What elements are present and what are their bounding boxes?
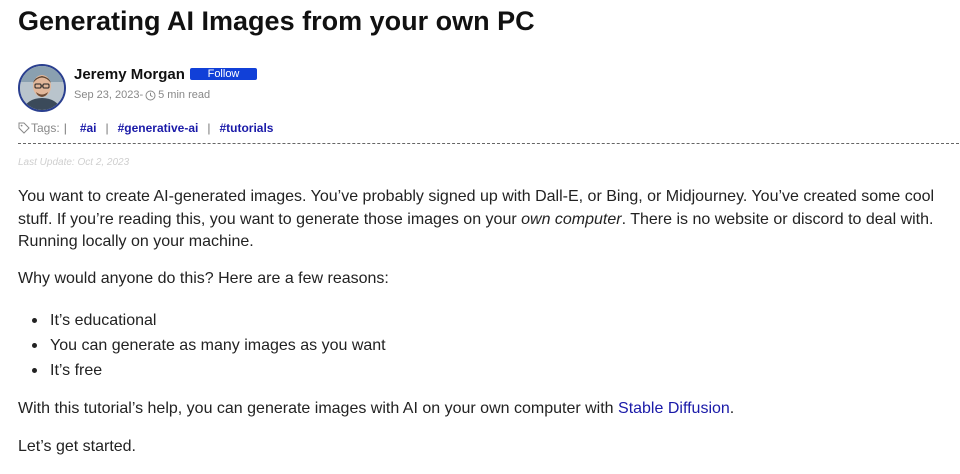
intro-emphasis: own computer (521, 210, 622, 228)
list-item: You can generate as many images as you w… (32, 333, 386, 358)
tutorial-paragraph: With this tutorial’s help, you can gener… (18, 398, 734, 421)
author-avatar[interactable] (18, 64, 66, 112)
post-date-separator: - (139, 89, 144, 101)
reasons-intro: Why would anyone do this? Here are a few… (18, 270, 389, 287)
stable-diffusion-link[interactable]: Stable Diffusion (618, 400, 730, 417)
tag-separator: | (207, 121, 211, 135)
tag-link-generative-ai[interactable]: #generative-ai (118, 121, 199, 135)
tags-label: Tags: (31, 121, 60, 135)
post-meta: Sep 23, 2023 - 5 min read (74, 89, 210, 101)
tag-link-ai[interactable]: #ai (80, 121, 97, 135)
article-title: Generating AI Images from your own PC (18, 6, 535, 36)
list-item: It’s free (32, 358, 386, 383)
reasons-list: It’s educational You can generate as man… (18, 308, 386, 383)
tags-row: Tags: | #ai | #generative-ai | #tutorial… (18, 121, 273, 135)
clock-icon (145, 90, 156, 101)
tag-link-tutorials[interactable]: #tutorials (219, 121, 273, 135)
follow-button[interactable]: Follow (190, 68, 257, 80)
last-update: Last Update: Oct 2, 2023 (18, 157, 130, 168)
author-name[interactable]: Jeremy Morgan (74, 66, 185, 83)
author-block: Jeremy Morgan Follow Sep 23, 2023 - 5 mi… (18, 64, 418, 114)
closing-paragraph: Let’s get started. (18, 438, 136, 455)
intro-paragraph: You want to create AI-generated images. … (18, 186, 943, 254)
post-date: Sep 23, 2023 (74, 89, 140, 101)
read-time: 5 min read (158, 89, 211, 101)
avatar-photo-icon (20, 66, 64, 110)
meta-divider (18, 143, 959, 144)
list-item: It’s educational (32, 308, 386, 333)
tutorial-text-end: . (729, 400, 735, 417)
tag-separator: | (63, 121, 67, 135)
tutorial-text: With this tutorial’s help, you can gener… (18, 400, 619, 417)
tag-separator: | (105, 121, 109, 135)
tag-icon (18, 122, 30, 134)
